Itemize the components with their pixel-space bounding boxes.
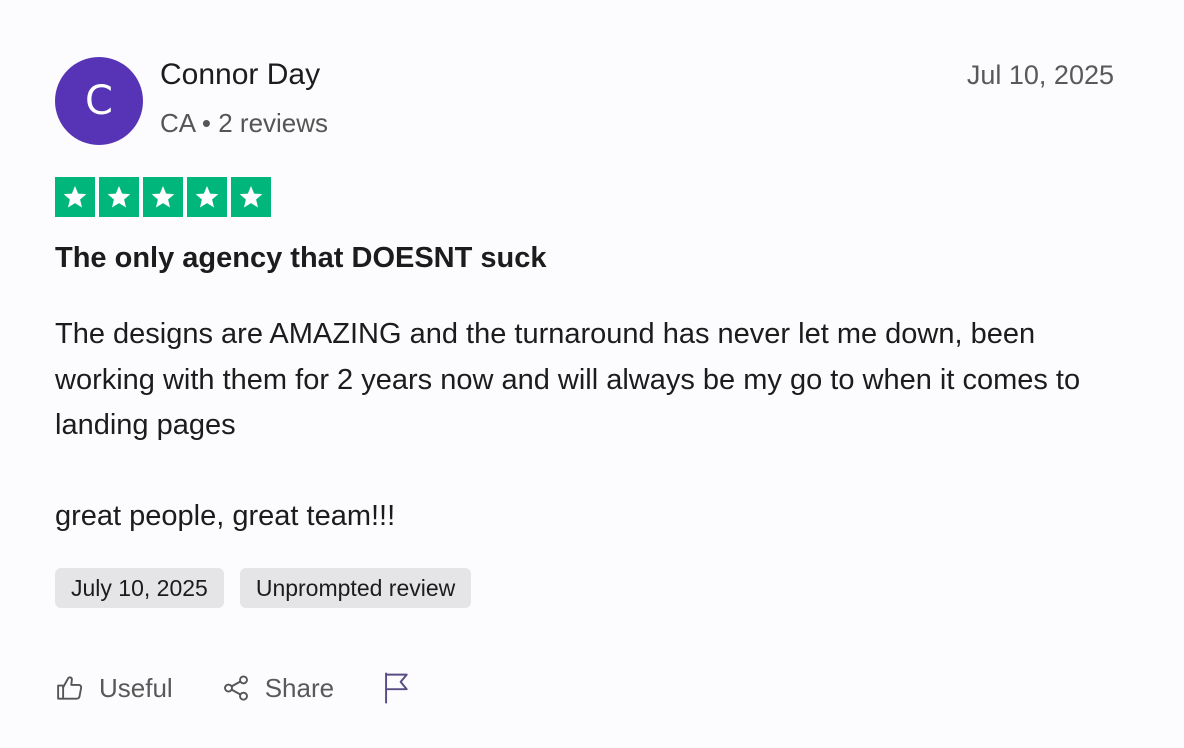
flag-icon	[382, 671, 412, 705]
star-icon	[55, 177, 95, 217]
thumbs-up-icon	[55, 673, 85, 703]
review-paragraph: great people, great team!!!	[55, 500, 396, 532]
report-button[interactable]	[382, 671, 412, 705]
review-paragraph: The designs are AMAZING and the turnarou…	[55, 318, 1081, 441]
experience-date-tag: July 10, 2025	[55, 568, 224, 608]
review-actions: Useful Share	[55, 668, 460, 708]
star-icon	[99, 177, 139, 217]
reviewer-name[interactable]: Connor Day	[160, 58, 320, 92]
star-icon	[231, 177, 271, 217]
reviewer-meta: CA • 2 reviews	[160, 108, 329, 138]
star-rating	[55, 177, 271, 217]
share-button[interactable]: Share	[221, 673, 334, 704]
review-type-tag[interactable]: Unprompted review	[239, 568, 472, 608]
share-icon	[221, 673, 251, 703]
star-icon	[143, 177, 183, 217]
useful-button[interactable]: Useful	[55, 673, 173, 704]
review-card: C Connor Day CA • 2 reviews Jul 10, 2025…	[0, 0, 1184, 748]
review-body: The designs are AMAZING and the turnarou…	[55, 312, 1135, 540]
useful-label: Useful	[99, 672, 173, 703]
review-tags: July 10, 2025 Unprompted review	[55, 568, 472, 608]
avatar[interactable]: C	[55, 57, 143, 145]
star-icon	[187, 177, 227, 217]
review-title: The only agency that DOESNT suck	[55, 242, 547, 274]
share-label: Share	[264, 672, 335, 703]
review-date: Jul 10, 2025	[966, 60, 1114, 90]
